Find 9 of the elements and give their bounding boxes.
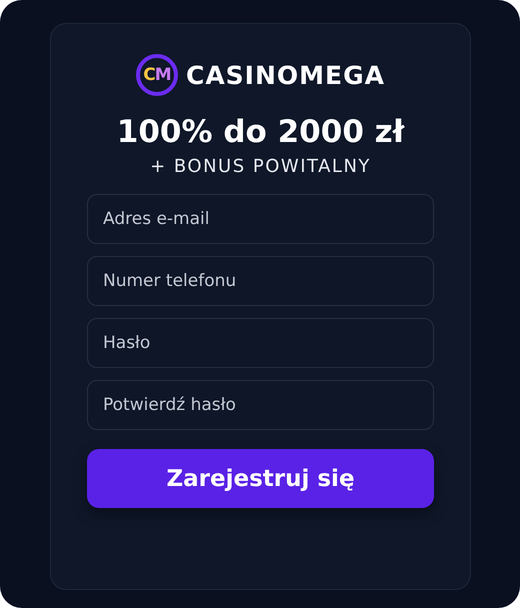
input-field[interactable]: Adres e-mail [87, 194, 434, 244]
input-field[interactable]: Numer telefonu [87, 256, 434, 306]
subheadline: + BONUS POWITALNY [149, 156, 372, 177]
input-field[interactable]: Hasło [87, 318, 434, 368]
register-button[interactable]: Zarejestruj się [87, 449, 434, 508]
input-field[interactable]: Potwierdź hasło [87, 380, 434, 430]
brand-name: CASINOMEGA [186, 60, 385, 90]
logo-mark-icon: CM [136, 54, 178, 96]
headline: 100% do 2000 zł [116, 114, 406, 150]
